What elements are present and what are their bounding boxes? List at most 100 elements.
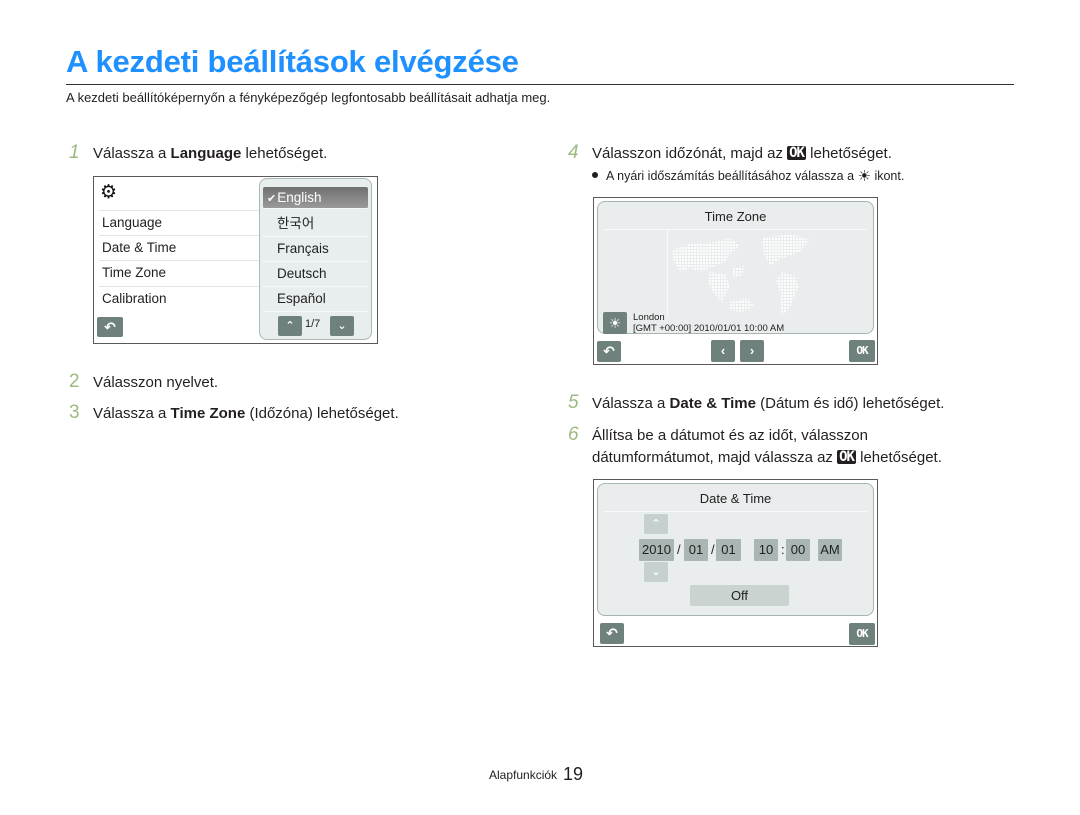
tip-text: A nyári időszámítás beállításához válass… — [606, 169, 858, 183]
month-field[interactable]: 01 — [684, 539, 708, 561]
date-separator: / — [711, 542, 715, 557]
language-screen: ⚙ Language Date & Time Time Zone Calibra… — [93, 176, 378, 344]
step-keyword: Time Zone — [170, 405, 246, 422]
screen-title: Time Zone — [704, 209, 767, 224]
menu-item-calibration[interactable]: Calibration — [99, 286, 264, 311]
divider — [604, 229, 867, 230]
divider — [604, 511, 867, 512]
bullet-dot — [592, 172, 598, 178]
back-icon: ↶ — [606, 625, 618, 641]
page-down-button[interactable]: ⌄ — [330, 316, 354, 336]
world-map[interactable] — [670, 232, 810, 322]
step-text: lehetőséget. — [805, 145, 892, 162]
chevron-left-icon: ‹ — [720, 343, 726, 358]
dst-toggle[interactable]: Off — [690, 585, 789, 606]
gear-icon: ⚙ — [100, 182, 118, 203]
step-3: 3 Válassza a Time Zone (Időzóna) lehetős… — [69, 402, 399, 425]
chevron-up-icon: ⌃ — [285, 320, 295, 332]
back-button[interactable]: ↶ — [97, 317, 123, 337]
title-divider — [66, 84, 1014, 85]
step-text: lehetőséget. — [241, 145, 328, 162]
step-number: 5 — [568, 392, 579, 413]
previous-zone-button[interactable]: ‹ — [711, 340, 735, 362]
ok-icon: OK — [837, 449, 856, 465]
screen-title: Date & Time — [699, 491, 772, 506]
chevron-right-icon: › — [749, 343, 755, 358]
step-2: 2 Válasszon nyelvet. — [69, 371, 219, 394]
datetime-screen: Date & Time ⌃ 2010 / 01 / 01 10 : 00 AM … — [593, 479, 878, 647]
datetime-panel: Date & Time ⌃ 2010 / 01 / 01 10 : 00 AM … — [597, 483, 874, 616]
step-6: 6 Állítsa be a dátumot és az időt, válas… — [568, 424, 942, 469]
timezone-screen: Time Zone ☀ London [GMT +00:00] 2010/01/… — [593, 197, 878, 365]
page-indicator: 1/7 — [305, 318, 321, 330]
timezone-info: [GMT +00:00] 2010/01/01 10:00 AM — [633, 323, 785, 334]
time-separator: : — [781, 542, 785, 557]
language-list: ✔English 한국어 Français Deutsch Español ⌃ … — [259, 178, 372, 340]
ok-button[interactable]: OK — [849, 340, 875, 362]
menu-item-language[interactable]: Language — [99, 210, 264, 235]
map-south-america — [776, 272, 798, 316]
checkmark-icon: ✔ — [267, 193, 277, 205]
back-icon: ↶ — [104, 319, 116, 335]
step-number: 4 — [568, 142, 579, 163]
step-number: 6 — [568, 424, 579, 445]
year-field[interactable]: 2010 — [639, 539, 674, 561]
tip-text: ikont. — [870, 169, 905, 183]
step-number: 3 — [69, 402, 80, 423]
step-keyword: Date & Time — [669, 395, 756, 412]
sun-icon: ☀ — [857, 168, 871, 185]
hour-field[interactable]: 10 — [754, 539, 778, 561]
back-button[interactable]: ↶ — [600, 623, 624, 644]
chevron-down-icon: ⌄ — [651, 566, 661, 578]
map-eurasia — [672, 238, 740, 272]
dst-button[interactable]: ☀ — [603, 312, 627, 334]
step-5: 5 Válassza a Date & Time (Dátum és idő) … — [568, 392, 945, 415]
tip-bullet: A nyári időszámítás beállításához válass… — [592, 168, 905, 185]
step-4: 4 Válasszon időzónát, majd az OK lehetős… — [568, 142, 892, 165]
language-option[interactable]: Deutsch — [263, 262, 368, 287]
step-text: (Időzóna) lehetőséget. — [245, 405, 399, 422]
ampm-field[interactable]: AM — [818, 539, 842, 561]
language-option[interactable]: 한국어 — [263, 212, 368, 237]
step-text: Válassza a — [592, 395, 670, 412]
page-up-button[interactable]: ⌃ — [278, 316, 302, 336]
step-1: 1 Válassza a Language lehetőséget. — [69, 142, 328, 165]
ok-icon: OK — [787, 145, 806, 161]
page-number: 19 — [563, 764, 584, 784]
back-button[interactable]: ↶ — [597, 341, 621, 362]
decrement-button[interactable]: ⌄ — [644, 562, 668, 582]
language-label: English — [277, 190, 322, 205]
intro-text: A kezdeti beállítóképernyőn a fényképező… — [66, 90, 551, 105]
menu-item-date-time[interactable]: Date & Time — [99, 235, 264, 260]
date-separator: / — [677, 542, 681, 557]
language-option[interactable]: Français — [263, 237, 368, 262]
chevron-down-icon: ⌄ — [337, 320, 347, 332]
menu-item-time-zone[interactable]: Time Zone — [99, 260, 264, 285]
increment-button[interactable]: ⌃ — [644, 514, 668, 534]
page-title: A kezdeti beállítások elvégzése — [66, 44, 519, 79]
ok-button[interactable]: OK — [849, 623, 875, 645]
step-text: Válasszon nyelvet. — [93, 374, 219, 391]
sun-icon: ☀ — [608, 315, 622, 331]
step-text: Válassza a — [93, 405, 171, 422]
step-text: lehetőséget. — [855, 449, 942, 466]
back-icon: ↶ — [603, 343, 615, 359]
day-field[interactable]: 01 — [716, 539, 741, 561]
step-text: Állítsa be a dátumot és az időt, válassz… — [592, 427, 868, 444]
map-marker-line — [667, 230, 668, 317]
language-option-selected[interactable]: ✔English — [263, 187, 368, 209]
chevron-up-icon: ⌃ — [651, 518, 661, 530]
step-text: Válasszon időzónát, majd az — [592, 145, 788, 162]
step-text: dátumformátumot, majd válassza az — [592, 449, 838, 466]
step-text: (Dátum és idő) lehetőséget. — [755, 395, 945, 412]
timezone-city: London — [633, 312, 665, 323]
minute-field[interactable]: 00 — [786, 539, 810, 561]
map-australia — [730, 298, 754, 312]
pager: ⌃ 1/7 ⌄ — [263, 315, 368, 337]
language-option[interactable]: Español — [263, 287, 368, 312]
map-africa — [708, 272, 730, 302]
map-north-america — [762, 234, 810, 266]
step-keyword: Language — [170, 145, 242, 162]
next-zone-button[interactable]: › — [740, 340, 764, 362]
page-footer: Alapfunkciók 19 — [489, 764, 583, 785]
